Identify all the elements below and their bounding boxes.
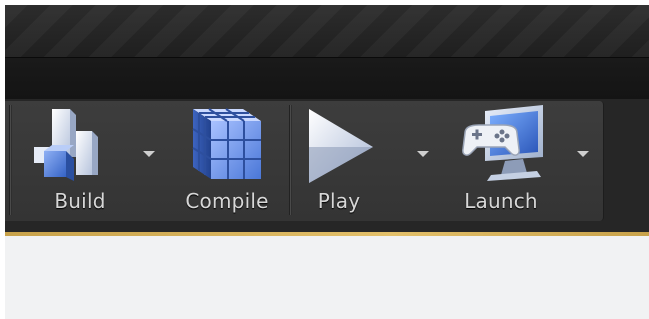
launch-dropdown-arrow[interactable] [577, 151, 589, 157]
build-icon [30, 107, 104, 185]
editor-window: Build Compile Play Launch [5, 5, 649, 319]
build-button[interactable]: Build [19, 101, 155, 221]
content-area [5, 236, 649, 319]
build-dropdown-arrow[interactable] [143, 151, 155, 157]
title-bar [5, 5, 649, 57]
play-dropdown-arrow[interactable] [417, 151, 429, 157]
menu-bar [5, 57, 649, 100]
play-label: Play [317, 189, 361, 213]
play-button[interactable]: Play [297, 101, 429, 221]
build-label: Build [54, 189, 106, 213]
compile-label: Compile [185, 189, 269, 213]
launch-label: Launch [464, 189, 538, 213]
compile-icon [189, 103, 267, 187]
toolbar: Build Compile Play Launch [5, 101, 604, 221]
toolbar-area: Build Compile Play Launch [5, 99, 649, 232]
launch-icon [457, 105, 547, 189]
compile-button[interactable]: Compile [171, 101, 283, 221]
launch-button[interactable]: Launch [445, 101, 589, 221]
play-icon [307, 107, 377, 189]
